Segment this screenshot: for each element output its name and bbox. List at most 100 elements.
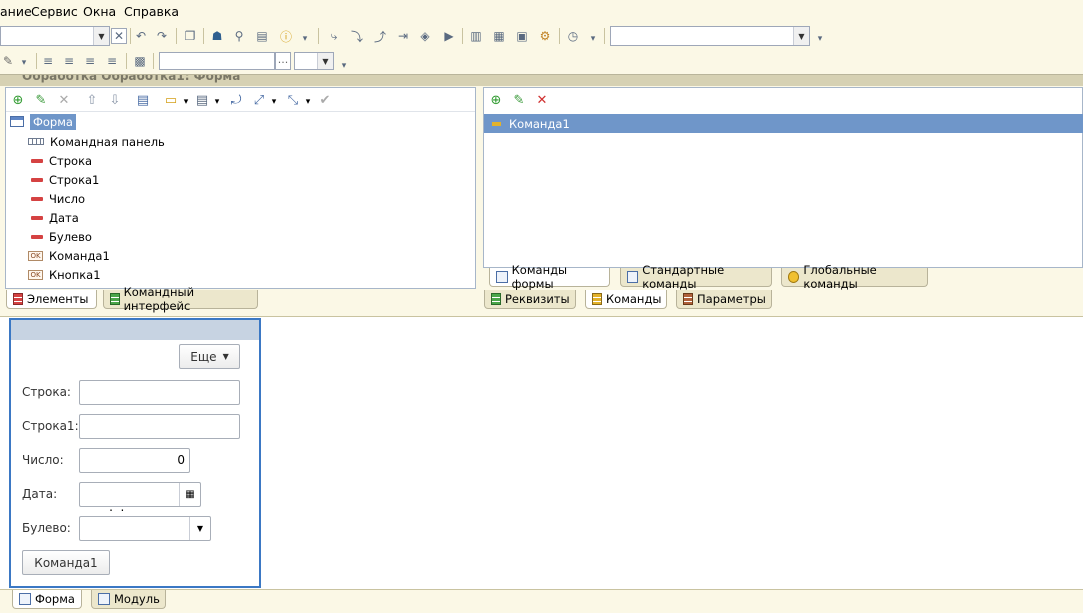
tree-item[interactable]: Число <box>30 190 85 207</box>
tree-item-label: Число <box>49 191 86 206</box>
tab-commands[interactable]: Команды <box>585 290 667 309</box>
align-justify-icon[interactable]: ≡ <box>104 53 120 69</box>
stroka1-input[interactable] <box>79 414 240 439</box>
window-list-icon[interactable]: ▥ <box>468 28 484 44</box>
menu-item-help[interactable]: Справка <box>124 4 179 19</box>
chevron-down-icon[interactable]: ▼ <box>317 53 333 69</box>
data-input[interactable]: . . ▦ <box>79 482 201 514</box>
chevron-down-icon[interactable]: ▾ <box>300 94 316 110</box>
tree-item[interactable]: OK Кнопка1 <box>28 266 101 283</box>
search-combo[interactable]: ▼ <box>0 26 110 46</box>
settings-icon[interactable]: ⚙ <box>537 28 553 44</box>
step-out-icon[interactable]: ⤴ <box>372 28 388 44</box>
calendar-icon[interactable]: ▦ <box>179 483 200 506</box>
rotate-icon[interactable]: ⤾ <box>228 92 244 108</box>
edit-icon[interactable]: ✎ <box>511 92 527 108</box>
bottom-tabs: Форма Модуль <box>0 589 1083 613</box>
chevron-down-icon: ▼ <box>222 352 229 361</box>
chevron-down-icon[interactable]: ▾ <box>585 31 601 47</box>
undo-icon[interactable]: ↶ <box>133 28 149 44</box>
style-ellipsis-button[interactable]: ... <box>275 52 291 70</box>
command-interface-tab-icon <box>110 293 120 305</box>
command-row[interactable]: Команда1 <box>484 114 1083 133</box>
step-over-icon[interactable]: ⤵ <box>349 28 365 44</box>
copy-window-icon[interactable]: ❐ <box>182 28 198 44</box>
chevron-down-icon[interactable]: ▾ <box>336 58 352 74</box>
move-up-icon[interactable]: ⇧ <box>84 92 100 108</box>
breakpoint-icon[interactable]: ◈ <box>417 28 433 44</box>
group-icon[interactable]: ▤ <box>194 92 210 108</box>
tree-root-form[interactable]: Форма <box>10 113 76 130</box>
find-icon[interactable]: ⚲ <box>231 28 247 44</box>
elements-panel: ⊕ ✎ ✕ ⇧ ⇩ ▤ ▭ ▾ ▤ ▾ ⤾ ⤢ ▾ ⤡ ▾ ✔ Форма Ко… <box>5 87 476 289</box>
tree-item[interactable]: OK Команда1 <box>28 247 110 264</box>
chevron-down-icon[interactable]: ▾ <box>297 31 313 47</box>
toolbar-combo[interactable]: ▼ <box>610 26 810 46</box>
align-center-icon[interactable]: ≡ <box>61 53 77 69</box>
border-icon[interactable]: ▩ <box>132 53 148 69</box>
commands-panel: ⊕ ✎ ✕ Команда1 <box>483 87 1083 268</box>
delete-icon[interactable]: ✕ <box>534 92 550 108</box>
syntax-assistant-icon[interactable]: ▤ <box>254 28 270 44</box>
add-icon[interactable]: ⊕ <box>10 92 26 108</box>
style-combo[interactable] <box>159 52 275 70</box>
chevron-down-icon[interactable]: ▾ <box>812 31 828 47</box>
menu-item-windows[interactable]: Окна <box>83 4 116 19</box>
tab-global-commands[interactable]: Глобальные команды <box>781 263 928 291</box>
tab-label: Командный интерфейс <box>123 285 195 313</box>
menu-item-file[interactable]: ание <box>0 4 32 19</box>
tree-item[interactable]: Строка <box>30 152 92 169</box>
continue-icon[interactable]: ▶ <box>441 28 457 44</box>
redo-icon[interactable]: ↷ <box>154 28 170 44</box>
preview-icon[interactable]: ▭ <box>163 92 179 108</box>
align-right-icon[interactable]: ≡ <box>82 53 98 69</box>
bulevo-select[interactable]: ▼ <box>79 516 211 541</box>
calendar-icon[interactable]: ▣ <box>514 28 530 44</box>
tab-standard-commands[interactable]: Стандартные команды <box>620 263 772 291</box>
tab-elements[interactable]: Элементы <box>6 290 97 309</box>
chevron-down-icon[interactable]: ▾ <box>266 94 282 110</box>
clear-icon[interactable]: ✕ <box>111 28 127 44</box>
stroka-input[interactable] <box>79 380 240 405</box>
edit-icon[interactable]: ✎ <box>33 92 49 108</box>
add-icon[interactable]: ⊕ <box>488 92 504 108</box>
tree-item[interactable]: Командная панель <box>28 133 165 150</box>
chislo-label: Число: <box>22 453 64 467</box>
tree-item[interactable]: Дата <box>30 209 79 226</box>
tab-command-interface[interactable]: Командный интерфейс <box>103 285 258 313</box>
debug-user-icon[interactable]: ☗ <box>209 28 225 44</box>
tab-parameters[interactable]: Параметры <box>676 290 772 309</box>
move-down-icon[interactable]: ⇩ <box>107 92 123 108</box>
highlight-icon[interactable]: ✎ <box>0 53 16 69</box>
properties-icon[interactable]: ▤ <box>135 92 151 108</box>
chevron-down-icon[interactable]: ▼ <box>189 517 210 540</box>
align-left-icon[interactable]: ≡ <box>40 53 56 69</box>
tree-item-label: Команда1 <box>49 248 110 263</box>
delete-icon[interactable]: ✕ <box>56 92 72 108</box>
resize-icon[interactable]: ⤢ <box>251 92 267 108</box>
run-to-cursor-icon[interactable]: ⇥ <box>395 28 411 44</box>
font-size-combo[interactable]: ▼ <box>294 52 334 70</box>
tab-form[interactable]: Форма <box>12 590 82 609</box>
info-icon[interactable]: ⓘ <box>278 28 294 44</box>
tab-form-commands[interactable]: Команды формы <box>489 263 610 291</box>
chevron-down-icon[interactable]: ▼ <box>793 27 809 45</box>
tree-item[interactable]: Строка1 <box>30 171 99 188</box>
calc-icon[interactable]: ▦ <box>491 28 507 44</box>
tree-item[interactable]: Булево <box>30 228 92 245</box>
menu-item-service[interactable]: Сервис <box>31 4 78 19</box>
chevron-down-icon[interactable]: ▾ <box>16 55 32 71</box>
chevron-down-icon[interactable]: ▼ <box>93 27 109 45</box>
more-button[interactable]: Еще ▼ <box>179 344 240 369</box>
data-value: . . <box>105 500 125 514</box>
tab-attributes[interactable]: Реквизиты <box>484 290 576 309</box>
stretch-icon[interactable]: ⤡ <box>285 92 301 108</box>
step-into-icon[interactable]: ⤷ <box>326 28 342 44</box>
tab-module[interactable]: Модуль <box>91 590 166 609</box>
chevron-down-icon[interactable]: ▾ <box>178 94 194 110</box>
check-icon[interactable]: ✔ <box>317 92 333 108</box>
chislo-input[interactable]: 0 <box>79 448 190 473</box>
command1-button[interactable]: Команда1 <box>22 550 110 575</box>
chevron-down-icon[interactable]: ▾ <box>209 94 225 110</box>
timer-icon[interactable]: ◷ <box>565 28 581 44</box>
